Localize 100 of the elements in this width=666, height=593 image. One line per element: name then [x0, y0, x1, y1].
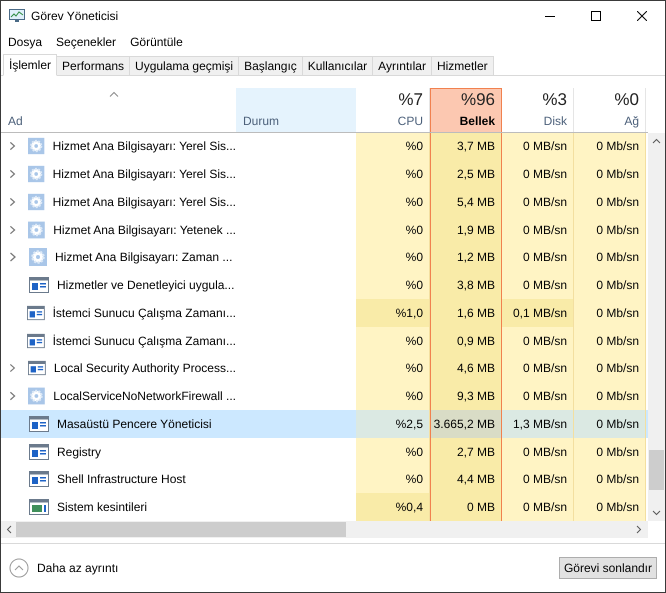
process-row[interactable]: Hizmet Ana Bilgisayarı: Yerel Sis... %0 3,7 MB 0 MB/sn 0 Mb/sn — [1, 132, 648, 160]
metric-cell: %0 — [356, 132, 430, 160]
metric-cell: 1,6 MB — [430, 299, 502, 327]
metric-cell: %0 — [356, 271, 430, 300]
metric-cell: 0 Mb/sn — [574, 410, 646, 438]
process-name: Hizmet Ana Bilgisayarı: Yerel Sis... — [52, 139, 236, 154]
menu-item[interactable]: Görüntüle — [130, 35, 183, 49]
column-label: Durum — [243, 114, 280, 128]
scroll-up-icon[interactable] — [652, 138, 661, 144]
tab[interactable]: Uygulama geçmişi — [129, 56, 240, 75]
process-row[interactable]: Masaüstü Pencere Yöneticisi %2,5 3.665,2 MB 1,3 MB/sn 0 Mb/sn — [1, 410, 648, 438]
metric-cell: %0,4 — [356, 493, 430, 522]
metric-cell: 0 MB/sn — [502, 493, 574, 522]
column-label: CPU — [398, 114, 423, 128]
metric-cell: 0 Mb/sn — [574, 188, 646, 216]
gear-icon — [29, 248, 47, 266]
metric-cell: 3.665,2 MB — [430, 410, 502, 438]
gear-icon — [28, 387, 46, 406]
window-icon — [29, 471, 49, 488]
menu-item[interactable]: Dosya — [8, 35, 42, 49]
chevron-icon[interactable] — [9, 196, 16, 207]
process-name: Masaüstü Pencere Yöneticisi — [57, 416, 212, 431]
metric-cell: 0 MB/sn — [502, 216, 574, 244]
process-name: Hizmet Ana Bilgisayarı: Yetenek ... — [53, 222, 236, 237]
metric-cell: 0 Mb/sn — [574, 382, 646, 410]
column-total: %0 — [614, 90, 639, 110]
metric-cell: 0 MB/sn — [502, 132, 574, 160]
window-icon — [29, 444, 49, 460]
window-icon — [29, 416, 49, 432]
metric-cell: 0 MB/sn — [502, 382, 574, 410]
scroll-right-icon[interactable] — [636, 525, 642, 534]
metric-cell: %2,5 — [356, 410, 430, 438]
maximize-icon[interactable] — [591, 11, 601, 21]
monitor-icon — [9, 9, 25, 23]
horizontal-scrollbar[interactable] — [1, 521, 648, 538]
metric-cell: 4,6 MB — [430, 354, 502, 382]
metric-cell: 0 MB/sn — [502, 326, 574, 355]
process-name: Local Security Authority Process... — [54, 361, 236, 376]
process-name: Hizmet Ana Bilgisayarı: Yerel Sis... — [52, 194, 236, 209]
column-label: Bellek — [460, 114, 495, 128]
metric-cell: 1,3 MB/sn — [502, 410, 574, 438]
metric-cell: 0 MB/sn — [502, 244, 574, 272]
column-header[interactable]: %96 Bellek — [430, 88, 502, 132]
collapse-circle-icon[interactable] — [9, 558, 29, 578]
column-label: Ad — [8, 114, 23, 128]
menu-item[interactable]: Seçenekler — [56, 35, 116, 49]
chevron-icon[interactable] — [9, 252, 17, 262]
fewer-details-link[interactable]: Daha az ayrıntı — [37, 561, 118, 575]
tab[interactable]: İşlemler — [3, 54, 58, 76]
tab[interactable]: Hizmetler — [430, 56, 494, 75]
metric-cell: 0 MB/sn — [502, 160, 574, 188]
scroll-left-icon[interactable] — [6, 525, 12, 534]
chevron-icon[interactable] — [9, 141, 16, 152]
metric-cell: %0 — [356, 438, 430, 466]
chevron-icon[interactable] — [9, 224, 16, 235]
end-task-button[interactable]: Görevi sonlandır — [558, 557, 657, 579]
scroll-down-icon[interactable] — [652, 510, 661, 516]
metric-cell: 3,7 MB — [430, 132, 502, 160]
tab[interactable]: Ayrıntılar — [372, 56, 432, 75]
vertical-scrollbar[interactable] — [648, 133, 665, 521]
chevron-icon[interactable] — [9, 169, 16, 180]
chevron-icon[interactable] — [9, 363, 16, 374]
sort-caret-icon — [109, 91, 119, 97]
metric-cell: %0 — [356, 160, 430, 188]
process-name: Hizmet Ana Bilgisayarı: Yerel Sis... — [52, 167, 236, 182]
chevron-icon[interactable] — [9, 391, 16, 402]
column-header[interactable]: Durum — [236, 88, 356, 132]
metric-cell: 0 MB/sn — [502, 354, 574, 382]
metric-cell: 0 MB/sn — [502, 466, 574, 494]
metric-cell: 0 Mb/sn — [574, 216, 646, 244]
tab[interactable]: Başlangıç — [238, 56, 303, 75]
metric-cell: 0,9 MB — [430, 326, 502, 355]
metric-cell: %1,0 — [356, 299, 430, 327]
tab[interactable]: Kullanıcılar — [302, 56, 374, 75]
window-title: Görev Yöneticisi — [31, 9, 118, 23]
metric-cell: 5,4 MB — [430, 188, 502, 216]
metric-cell: 0 Mb/sn — [574, 244, 646, 272]
column-total: %96 — [460, 90, 495, 110]
process-name: İstemci Sunucu Çalışma Zamanı... — [52, 306, 236, 320]
metric-cell: 2,5 MB — [430, 160, 502, 188]
metric-cell: 1,9 MB — [430, 216, 502, 244]
metric-cell: 4,4 MB — [430, 466, 502, 494]
metric-cell: 1,2 MB — [430, 244, 502, 272]
scroll-thumb[interactable] — [649, 450, 664, 490]
gear-icon — [28, 192, 45, 211]
column-label: Disk — [544, 114, 567, 128]
process-name: Hizmet Ana Bilgisayarı: Zaman ... — [55, 250, 232, 264]
metric-cell: %0 — [356, 188, 430, 216]
column-total: %3 — [542, 90, 567, 110]
tab[interactable]: Performans — [56, 56, 130, 75]
window-icon — [29, 499, 49, 516]
column-label: Ağ — [624, 114, 639, 128]
metric-cell: 0 MB/sn — [502, 271, 574, 300]
close-icon[interactable] — [637, 11, 647, 21]
window-icon — [26, 304, 45, 321]
scroll-thumb[interactable] — [16, 522, 346, 537]
metric-cell: 0 Mb/sn — [574, 160, 646, 188]
process-name: Sistem kesintileri — [57, 500, 148, 514]
metric-cell: 0 Mb/sn — [574, 271, 646, 300]
metric-cell: 0 MB/sn — [502, 438, 574, 466]
